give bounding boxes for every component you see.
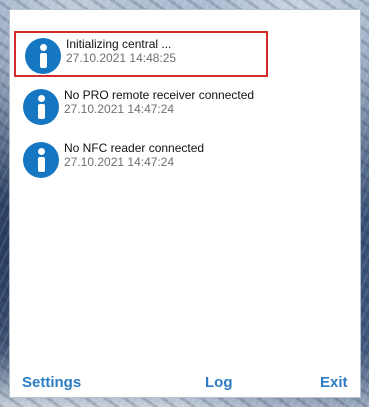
settings-button[interactable]: Settings bbox=[22, 374, 81, 392]
notification-timestamp: 27.10.2021 14:47:24 bbox=[64, 155, 175, 169]
notification-timestamp: 27.10.2021 14:48:25 bbox=[66, 51, 177, 65]
info-icon bbox=[23, 142, 59, 178]
notification-item-initializing[interactable]: Initializing central ... 27.10.2021 14:4… bbox=[14, 31, 268, 77]
notification-panel: Initializing central ... 27.10.2021 14:4… bbox=[9, 9, 361, 398]
notification-message: No PRO remote receiver connected bbox=[64, 88, 255, 102]
exit-button[interactable]: Exit bbox=[320, 374, 348, 392]
info-icon bbox=[25, 38, 61, 74]
notification-message: Initializing central ... bbox=[66, 37, 172, 51]
notification-message: No NFC reader connected bbox=[64, 141, 205, 155]
notification-item-pro-remote[interactable]: No PRO remote receiver connected 27.10.2… bbox=[14, 84, 268, 130]
log-button[interactable]: Log bbox=[205, 374, 233, 392]
notification-timestamp: 27.10.2021 14:47:24 bbox=[64, 102, 175, 116]
notification-item-nfc-reader[interactable]: No NFC reader connected 27.10.2021 14:47… bbox=[14, 137, 268, 183]
info-icon bbox=[23, 89, 59, 125]
